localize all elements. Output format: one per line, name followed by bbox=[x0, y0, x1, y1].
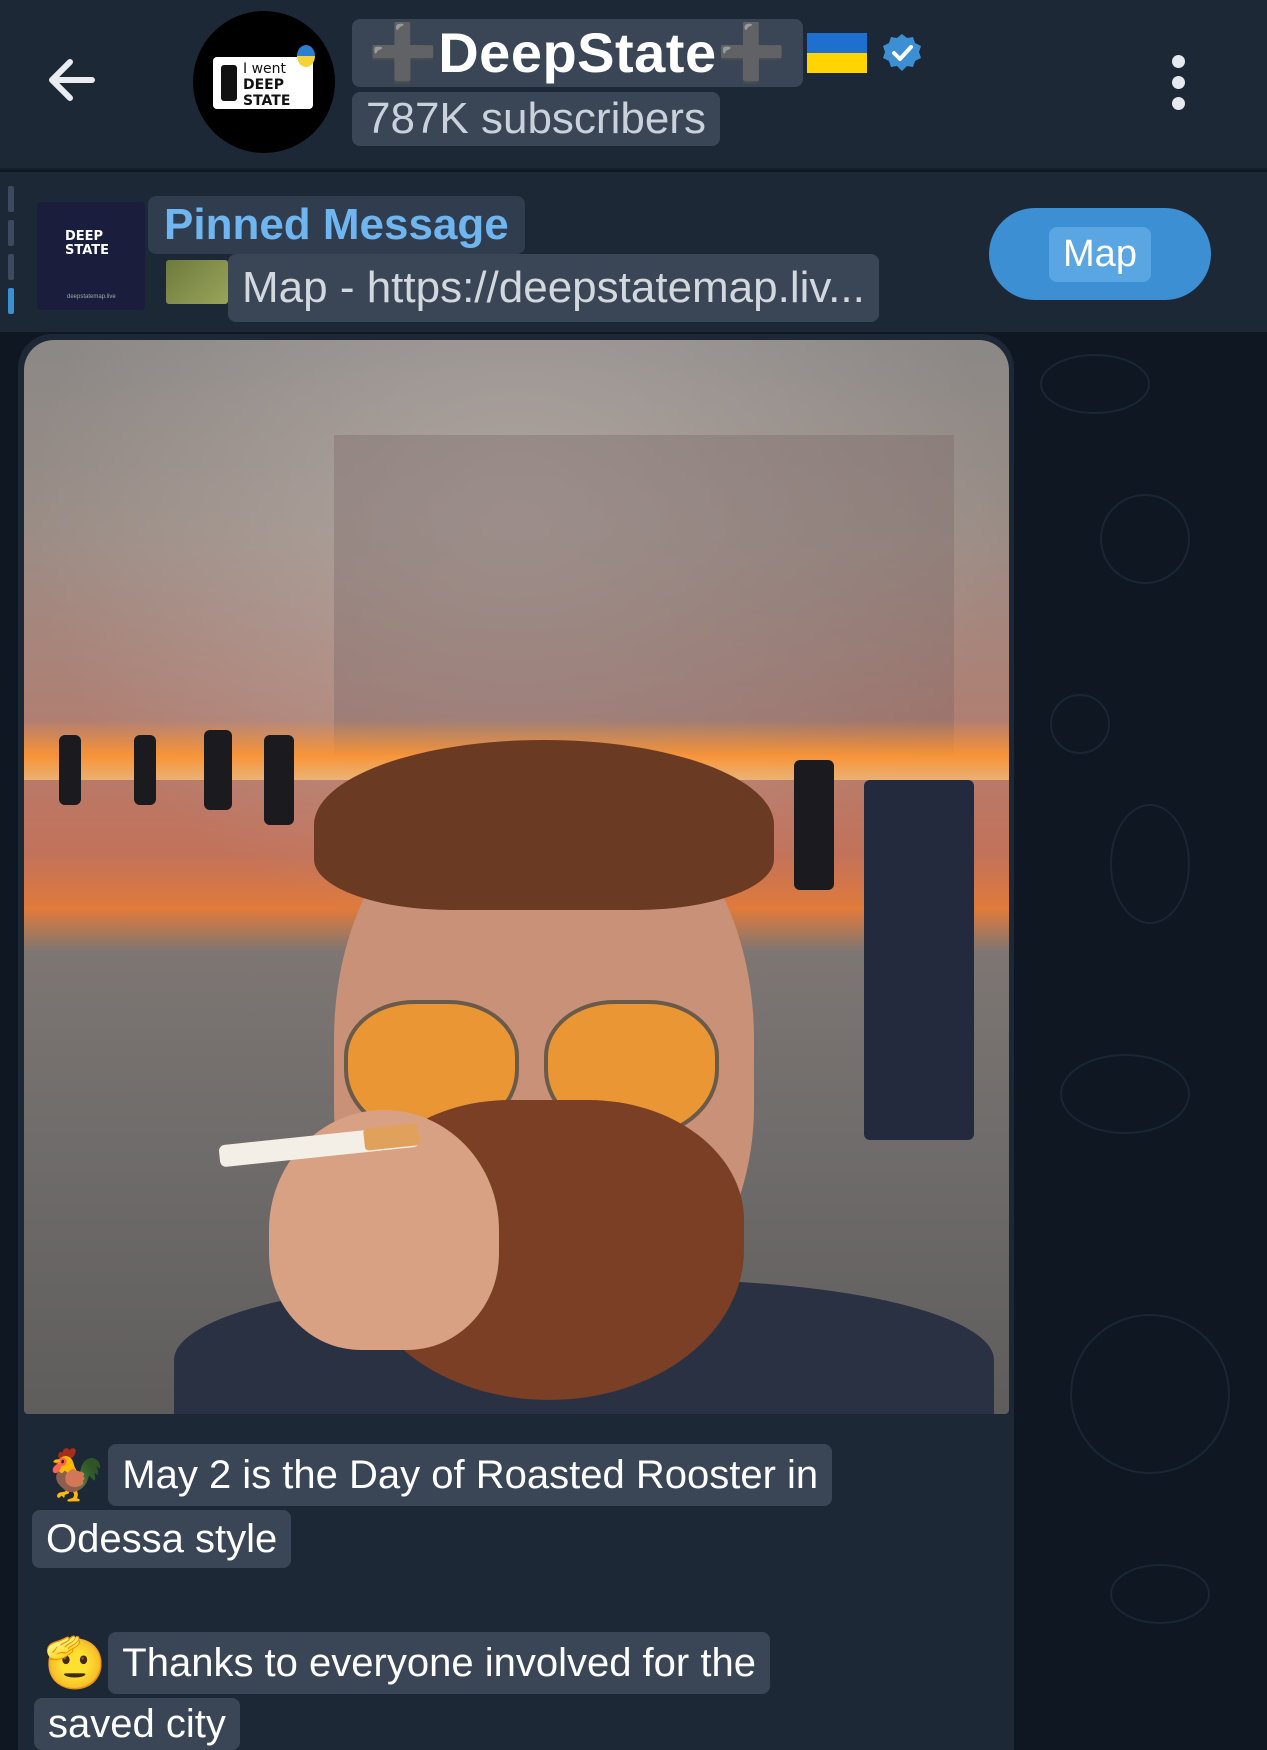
message-photo[interactable] bbox=[24, 340, 1009, 1414]
ukraine-flag-icon bbox=[806, 33, 867, 73]
pinned-thumbnail: DEEP STATE deepstatemap.live bbox=[37, 202, 145, 310]
channel-title: ➕DeepState➕ bbox=[368, 21, 787, 84]
subscriber-count-chip: 787K subscribers bbox=[352, 92, 720, 146]
map-button[interactable]: Map bbox=[989, 208, 1211, 300]
message-text-2b: saved city bbox=[48, 1701, 226, 1746]
avatar-logo: I went DEEP STATE bbox=[213, 57, 313, 109]
pinned-thumb-url: deepstatemap.live bbox=[67, 294, 116, 300]
pinned-indicator bbox=[8, 186, 14, 316]
more-menu-button[interactable] bbox=[1158, 42, 1198, 122]
pinned-message-bar[interactable]: DEEP STATE deepstatemap.live Pinned Mess… bbox=[0, 172, 1267, 332]
message-line-1: 🐓 May 2 is the Day of Roasted Rooster in bbox=[44, 1444, 833, 1506]
map-button-label: Map bbox=[1063, 232, 1137, 275]
message-line-2: Odessa style bbox=[32, 1510, 292, 1568]
message-text-1a: May 2 is the Day of Roasted Rooster in bbox=[122, 1452, 819, 1497]
verified-badge-icon bbox=[882, 34, 921, 71]
arrow-left-icon bbox=[49, 59, 95, 101]
back-button[interactable] bbox=[36, 44, 108, 116]
avatar-text-line2: DEEP STATE bbox=[243, 77, 291, 109]
subscriber-count: 787K subscribers bbox=[366, 94, 706, 143]
message-line-3: 🫡 Thanks to everyone involved for the bbox=[44, 1632, 770, 1694]
pinned-thumb-logo: DEEP STATE bbox=[65, 229, 110, 258]
message-line-4: saved city bbox=[34, 1698, 240, 1750]
channel-avatar[interactable]: I went DEEP STATE bbox=[193, 11, 335, 153]
chat-header: I went DEEP STATE ➕DeepState➕ 787K subsc… bbox=[0, 0, 1267, 170]
pinned-preview-text: Map - https://deepstatemap.liv... bbox=[242, 263, 865, 312]
ua-badge-icon bbox=[297, 45, 315, 67]
avatar-text-line1: I went bbox=[243, 61, 287, 77]
message-text-1b: Odessa style bbox=[46, 1516, 278, 1561]
channel-title-row[interactable]: ➕DeepState➕ bbox=[352, 18, 923, 88]
pinned-title: Pinned Message bbox=[164, 200, 509, 249]
map-preview-icon bbox=[166, 260, 228, 304]
rooster-icon: 🐓 bbox=[44, 1446, 107, 1504]
message-text-2a: Thanks to everyone involved for the bbox=[122, 1640, 756, 1685]
salute-emoji-icon: 🫡 bbox=[44, 1634, 107, 1692]
more-vertical-icon bbox=[1171, 54, 1185, 68]
